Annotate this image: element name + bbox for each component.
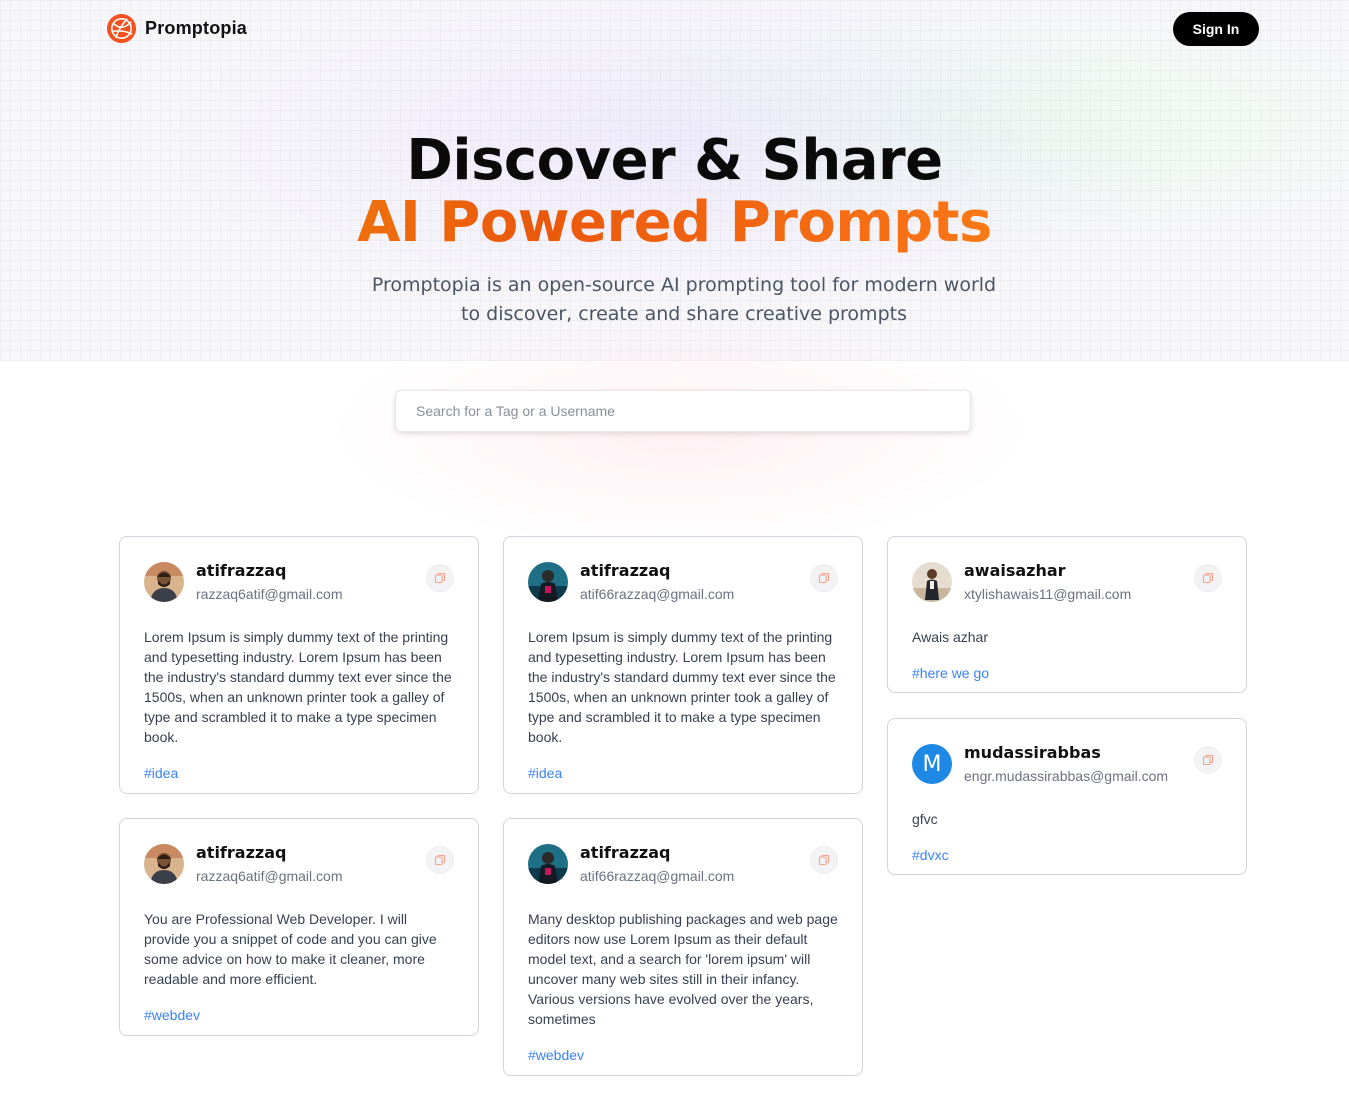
prompt-tag[interactable]: #dvxc <box>912 846 1222 882</box>
logo-link[interactable]: Promptopia <box>106 13 247 44</box>
card-header: M mudassirabbas engr.mudassirabbas@gmail… <box>912 743 1222 795</box>
card-username[interactable]: atifrazzaq <box>196 843 426 863</box>
prompt-tag[interactable]: #idea <box>144 764 454 800</box>
copy-icon <box>818 854 830 866</box>
copy-icon <box>434 854 446 866</box>
prompt-text: Lorem Ipsum is simply dummy text of the … <box>528 629 836 745</box>
card-username[interactable]: atifrazzaq <box>580 561 810 581</box>
sign-in-button[interactable]: Sign In <box>1173 12 1259 46</box>
card-email: razzaq6atif@gmail.com <box>196 868 343 884</box>
user-photo-icon <box>528 844 568 884</box>
prompt-card: atifrazzaq atif66razzaq@gmail.com Many d… <box>503 818 863 1076</box>
avatar[interactable] <box>912 562 952 602</box>
prompt-text: gfvc <box>912 811 938 827</box>
hero-title-line2: AI Powered Prompts <box>0 192 1349 254</box>
user-photo-icon <box>528 562 568 602</box>
copy-button[interactable] <box>1194 564 1222 592</box>
copy-icon <box>1202 754 1214 766</box>
prompt-tag[interactable]: #idea <box>528 764 838 800</box>
hero-subtitle: Promptopia is an open-source AI promptin… <box>371 274 997 325</box>
top-navbar: Promptopia Sign In <box>0 0 1349 58</box>
logo-icon <box>106 13 137 44</box>
copy-icon <box>434 572 446 584</box>
hero-title: Discover & Share AI Powered Prompts <box>0 130 1349 254</box>
prompt-tag[interactable]: #webdev <box>528 1046 838 1082</box>
prompt-text: You are Professional Web Developer. I wi… <box>144 911 437 987</box>
card-email: atif66razzaq@gmail.com <box>580 868 735 884</box>
prompt-tag[interactable]: #here we go <box>912 664 1222 700</box>
prompt-card: awaisazhar xtylishawais11@gmail.com Awai… <box>887 536 1247 693</box>
card-username[interactable]: atifrazzaq <box>196 561 426 581</box>
avatar[interactable] <box>144 844 184 884</box>
copy-icon <box>1202 572 1214 584</box>
card-username[interactable]: awaisazhar <box>964 561 1194 581</box>
card-header: awaisazhar xtylishawais11@gmail.com <box>912 561 1222 613</box>
card-email: engr.mudassirabbas@gmail.com <box>964 768 1169 784</box>
card-header: atifrazzaq razzaq6atif@gmail.com <box>144 561 454 613</box>
card-header: atifrazzaq atif66razzaq@gmail.com <box>528 561 838 613</box>
copy-icon <box>818 572 830 584</box>
prompt-card: atifrazzaq razzaq6atif@gmail.com Lorem I… <box>119 536 479 794</box>
prompt-card: atifrazzaq razzaq6atif@gmail.com You are… <box>119 818 479 1036</box>
prompt-text: Lorem Ipsum is simply dummy text of the … <box>144 629 452 745</box>
card-email: razzaq6atif@gmail.com <box>196 586 343 602</box>
copy-button[interactable] <box>426 846 454 874</box>
user-photo-icon <box>144 844 184 884</box>
card-header: atifrazzaq atif66razzaq@gmail.com <box>528 843 838 895</box>
prompt-text: Awais azhar <box>912 629 989 645</box>
card-email: atif66razzaq@gmail.com <box>580 586 735 602</box>
card-username[interactable]: mudassirabbas <box>964 743 1194 763</box>
avatar[interactable] <box>528 844 568 884</box>
copy-button[interactable] <box>1194 746 1222 774</box>
copy-button[interactable] <box>426 564 454 592</box>
avatar[interactable] <box>144 562 184 602</box>
user-photo-icon <box>912 562 952 602</box>
copy-button[interactable] <box>810 846 838 874</box>
avatar[interactable] <box>528 562 568 602</box>
avatar[interactable]: M <box>912 744 952 784</box>
card-username[interactable]: atifrazzaq <box>580 843 810 863</box>
card-email: xtylishawais11@gmail.com <box>964 586 1132 602</box>
app-name: Promptopia <box>145 18 248 38</box>
copy-button[interactable] <box>810 564 838 592</box>
prompt-text: Many desktop publishing packages and web… <box>528 911 838 1027</box>
prompt-tag[interactable]: #webdev <box>144 1006 454 1042</box>
card-header: atifrazzaq razzaq6atif@gmail.com <box>144 843 454 895</box>
search-input[interactable] <box>395 390 971 432</box>
prompt-card: M mudassirabbas engr.mudassirabbas@gmail… <box>887 718 1247 875</box>
hero-title-line1: Discover & Share <box>406 128 943 193</box>
user-photo-icon <box>144 562 184 602</box>
prompt-card: atifrazzaq atif66razzaq@gmail.com Lorem … <box>503 536 863 794</box>
